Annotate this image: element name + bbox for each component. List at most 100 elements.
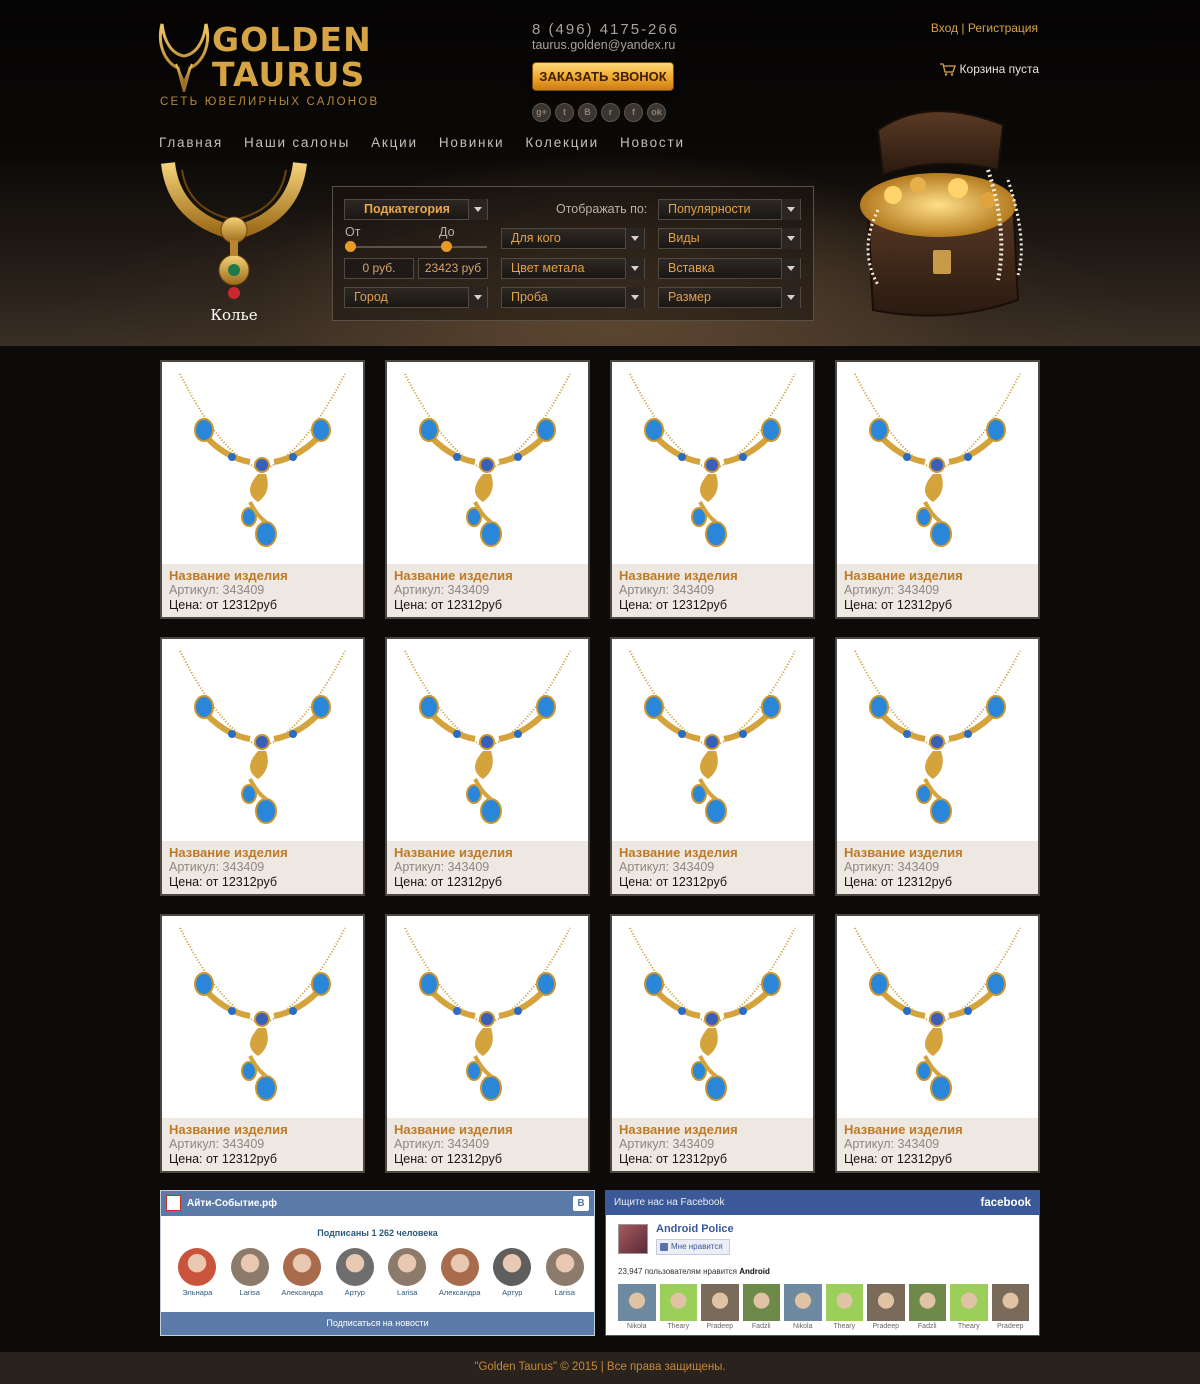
vk-subscriber[interactable]: Артур	[329, 1248, 382, 1297]
avatar[interactable]	[991, 1284, 1029, 1321]
avatar[interactable]	[283, 1248, 322, 1286]
avatar[interactable]	[825, 1284, 863, 1321]
product-title[interactable]: Название изделия	[619, 1122, 806, 1137]
price-from-input[interactable]: 0 руб.	[344, 258, 414, 279]
fb-page-avatar[interactable]	[618, 1224, 648, 1254]
product-card[interactable]: Название изделия Артикул: 343409 Цена: от …	[835, 360, 1040, 619]
product-image[interactable]	[162, 916, 363, 1118]
insert-select[interactable]: Вставка	[658, 258, 801, 279]
avatar[interactable]	[742, 1284, 780, 1321]
avatar[interactable]	[493, 1248, 532, 1286]
fb-fan[interactable]: Theary	[950, 1284, 988, 1330]
product-card[interactable]: Название изделия Артикул: 343409 Цена: от …	[835, 914, 1040, 1173]
twitter-icon[interactable]: t	[555, 103, 574, 122]
product-card[interactable]: Название изделия Артикул: 343409 Цена: от …	[385, 914, 590, 1173]
vk-widget-title[interactable]: Айти-Событие.рф	[187, 1198, 277, 1209]
kinds-select[interactable]: Виды	[658, 228, 801, 249]
product-image[interactable]	[612, 916, 813, 1118]
product-card[interactable]: Название изделия Артикул: 343409 Цена: от …	[160, 360, 365, 619]
nav-item-salons[interactable]: Наши салоны	[244, 135, 350, 150]
nav-item-new-arrivals[interactable]: Новинки	[439, 135, 504, 150]
product-card[interactable]: Название изделия Артикул: 343409 Цена: от …	[385, 637, 590, 896]
city-select[interactable]: Город	[344, 287, 488, 308]
nav-item-promotions[interactable]: Акции	[371, 135, 418, 150]
product-title[interactable]: Название изделия	[394, 845, 581, 860]
vk-subscriber[interactable]: Александра	[434, 1248, 487, 1297]
product-image[interactable]	[837, 362, 1038, 564]
vk-subscribe-button[interactable]: Подписаться на новости	[161, 1312, 594, 1335]
fb-fan[interactable]: Pradeep	[991, 1284, 1029, 1330]
avatar[interactable]	[178, 1248, 217, 1286]
avatar[interactable]	[867, 1284, 905, 1321]
fb-fan[interactable]: Theary	[659, 1284, 697, 1330]
product-card[interactable]: Название изделия Артикул: 343409 Цена: от …	[385, 360, 590, 619]
product-card[interactable]: Название изделия Артикул: 343409 Цена: от …	[610, 637, 815, 896]
product-image[interactable]	[612, 362, 813, 564]
assay-select[interactable]: Проба	[501, 287, 645, 308]
nav-item-collections[interactable]: Колекции	[525, 135, 599, 150]
product-title[interactable]: Название изделия	[169, 845, 356, 860]
fb-fan[interactable]: Nikola	[618, 1284, 656, 1330]
product-title[interactable]: Название изделия	[394, 1122, 581, 1137]
product-title[interactable]: Название изделия	[844, 1122, 1031, 1137]
product-card[interactable]: Название изделия Артикул: 343409 Цена: от …	[160, 637, 365, 896]
rss-icon[interactable]: r	[601, 103, 620, 122]
product-image[interactable]	[162, 362, 363, 564]
login-link[interactable]: Вход	[931, 21, 958, 35]
vk-subscriber[interactable]: Эльнара	[171, 1248, 224, 1297]
product-card[interactable]: Название изделия Артикул: 343409 Цена: от …	[610, 914, 815, 1173]
order-call-button[interactable]: ЗАКАЗАТЬ ЗВОНОК	[532, 62, 674, 91]
fb-fan[interactable]: Theary	[825, 1284, 863, 1330]
fb-fan[interactable]: Fadzli	[908, 1284, 946, 1330]
price-range-track[interactable]	[345, 246, 487, 248]
avatar[interactable]	[784, 1284, 822, 1321]
price-range-max-handle[interactable]	[441, 241, 452, 252]
vk-subscriber[interactable]: Александра	[276, 1248, 329, 1297]
product-title[interactable]: Название изделия	[169, 1122, 356, 1137]
avatar[interactable]	[440, 1248, 479, 1286]
category-label[interactable]: Колье	[160, 306, 308, 324]
avatar[interactable]	[545, 1248, 584, 1286]
facebook-logo[interactable]: facebook	[981, 1191, 1032, 1215]
product-image[interactable]	[387, 916, 588, 1118]
fb-fan[interactable]: Nikola	[784, 1284, 822, 1330]
vk-logo-icon[interactable]: B	[573, 1196, 589, 1211]
avatar[interactable]	[950, 1284, 988, 1321]
avatar[interactable]	[230, 1248, 269, 1286]
fb-page-name[interactable]: Android Police	[656, 1223, 734, 1235]
google-plus-icon[interactable]: g+	[532, 103, 551, 122]
vk-icon[interactable]: B	[578, 103, 597, 122]
vk-subscriber[interactable]: Larisa	[224, 1248, 277, 1297]
fb-fan[interactable]: Pradeep	[701, 1284, 739, 1330]
product-card[interactable]: Название изделия Артикул: 343409 Цена: от …	[835, 637, 1040, 896]
avatar[interactable]	[701, 1284, 739, 1321]
size-select[interactable]: Размер	[658, 287, 801, 308]
product-image[interactable]	[162, 639, 363, 841]
odnoklassniki-icon[interactable]: ok	[647, 103, 666, 122]
vk-subscriber[interactable]: Larisa	[539, 1248, 592, 1297]
facebook-icon[interactable]: f	[624, 103, 643, 122]
product-image[interactable]	[387, 362, 588, 564]
product-image[interactable]	[837, 916, 1038, 1118]
nav-item-home[interactable]: Главная	[159, 135, 223, 150]
product-title[interactable]: Название изделия	[619, 568, 806, 583]
category-necklace-image[interactable]	[160, 158, 308, 303]
product-image[interactable]	[612, 639, 813, 841]
metal-color-select[interactable]: Цвет метала	[501, 258, 645, 279]
site-logo[interactable]: GOLDEN TAURUS СЕТЬ ЮВЕЛИРНЫХ САЛОНОВ	[158, 20, 377, 115]
nav-item-news[interactable]: Новости	[620, 135, 685, 150]
avatar[interactable]	[659, 1284, 697, 1321]
product-title[interactable]: Название изделия	[619, 845, 806, 860]
register-link[interactable]: Регистрация	[968, 21, 1038, 35]
price-range-min-handle[interactable]	[345, 241, 356, 252]
product-title[interactable]: Название изделия	[844, 568, 1031, 583]
product-image[interactable]	[387, 639, 588, 841]
subcategory-select[interactable]: Подкатегория	[344, 199, 488, 220]
fb-fan[interactable]: Fadzli	[742, 1284, 780, 1330]
product-title[interactable]: Название изделия	[844, 845, 1031, 860]
avatar[interactable]	[618, 1284, 656, 1321]
email-address[interactable]: taurus.golden@yandex.ru	[532, 38, 675, 52]
cart-widget[interactable]: Корзина пуста	[939, 62, 1039, 76]
product-image[interactable]	[837, 639, 1038, 841]
fb-like-button[interactable]: Мне нравится	[656, 1239, 730, 1255]
